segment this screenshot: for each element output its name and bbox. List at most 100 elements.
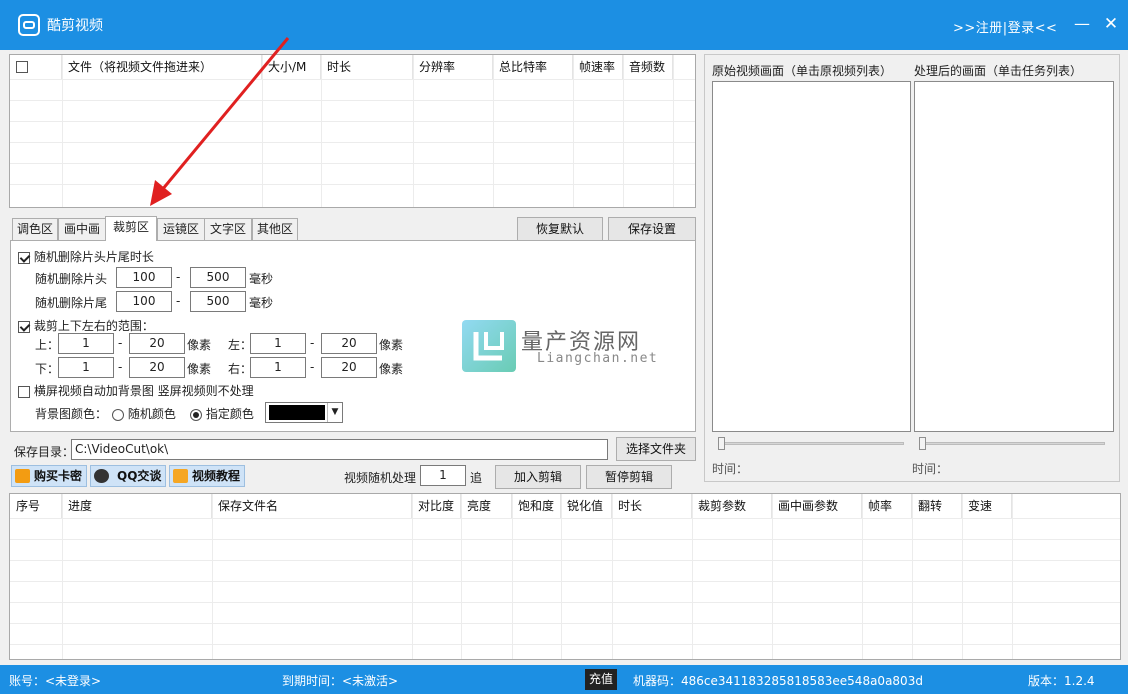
- crop-range-checkbox[interactable]: [18, 320, 30, 333]
- video-tutorial-label: 视频教程: [192, 469, 241, 483]
- col-framerate[interactable]: 帧速率: [573, 55, 623, 79]
- specified-color-option[interactable]: 指定颜色: [190, 405, 254, 422]
- col-audio-count[interactable]: 音频数: [623, 55, 673, 79]
- tab-pip[interactable]: 画中画: [58, 218, 106, 240]
- crop-right-max-input[interactable]: 20: [321, 357, 377, 378]
- dash: -: [176, 270, 181, 284]
- save-dir-input[interactable]: C:\VideoCut\ok\: [71, 439, 608, 460]
- random-color-label: 随机颜色: [127, 407, 176, 421]
- select-all-checkbox-cell[interactable]: [10, 55, 62, 79]
- ms-unit: 毫秒: [249, 272, 274, 286]
- random-trim-checkbox[interactable]: [18, 251, 30, 264]
- col-save-filename[interactable]: 保存文件名: [212, 494, 412, 518]
- px-unit: 像素: [379, 338, 404, 352]
- tab-color[interactable]: 调色区: [12, 218, 58, 240]
- bottom-label: 下：: [35, 362, 60, 376]
- buy-key-button[interactable]: 购买卡密: [11, 465, 87, 487]
- col-crop-params[interactable]: 裁剪参数: [692, 494, 772, 518]
- processed-video-label: 处理后的画面（单击任务列表）: [914, 64, 1083, 78]
- specified-color-label: 指定颜色: [205, 407, 254, 421]
- random-color-option[interactable]: 随机颜色: [112, 405, 176, 422]
- processed-seek-track[interactable]: [919, 442, 1105, 445]
- original-video-preview[interactable]: [712, 81, 911, 432]
- tail-trim-max-input[interactable]: 500: [190, 291, 246, 312]
- tab-other[interactable]: 其他区: [252, 218, 298, 240]
- chevron-down-icon[interactable]: ▼: [327, 403, 342, 422]
- auto-background-option[interactable]: 横屏视频自动加背景图 竖屏视频则不处理: [18, 382, 254, 399]
- register-login-link[interactable]: >>注册|登录<<: [953, 17, 1057, 36]
- tab-camera-move[interactable]: 运镜区: [157, 218, 205, 240]
- task-table-header: 序号 进度 保存文件名 对比度 亮度 饱和度 锐化值 时长 裁剪参数 画中画参数…: [10, 494, 1120, 518]
- auto-background-checkbox[interactable]: [18, 385, 30, 398]
- cart-icon: [15, 469, 30, 483]
- file-table[interactable]: 文件（将视频文件拖进来） 大小/M 时长 分辨率 总比特率 帧速率 音频数: [9, 54, 696, 208]
- col-sharpen[interactable]: 锐化值: [561, 494, 612, 518]
- buy-key-label: 购买卡密: [34, 469, 83, 483]
- processed-seek-thumb[interactable]: [919, 437, 926, 450]
- random-trim-label: 随机删除片头片尾时长: [33, 250, 154, 264]
- head-trim-min-input[interactable]: 100: [116, 267, 172, 288]
- crop-range-option[interactable]: 裁剪上下左右的范围：: [18, 317, 154, 334]
- qq-chat-button[interactable]: QQ交谈: [90, 465, 166, 487]
- col-saturation[interactable]: 饱和度: [512, 494, 561, 518]
- minimize-icon[interactable]: —: [1072, 16, 1092, 34]
- col-bitrate[interactable]: 总比特率: [493, 55, 573, 79]
- auto-background-label: 横屏视频自动加背景图 竖屏视频则不处理: [33, 384, 254, 398]
- add-edit-button[interactable]: 加入剪辑: [495, 465, 581, 489]
- col-pip-params[interactable]: 画中画参数: [772, 494, 862, 518]
- task-table[interactable]: 序号 进度 保存文件名 对比度 亮度 饱和度 锐化值 时长 裁剪参数 画中画参数…: [9, 493, 1121, 660]
- col-brightness[interactable]: 亮度: [461, 494, 512, 518]
- file-table-header: 文件（将视频文件拖进来） 大小/M 时长 分辨率 总比特率 帧速率 音频数: [10, 55, 695, 79]
- dash: -: [176, 294, 181, 308]
- crop-range-label: 裁剪上下左右的范围：: [33, 319, 154, 333]
- crop-left-max-input[interactable]: 20: [321, 333, 377, 354]
- col-duration[interactable]: 时长: [321, 55, 413, 79]
- random-process-input[interactable]: 1: [420, 465, 466, 486]
- dash: -: [310, 336, 315, 350]
- crop-bottom-max-input[interactable]: 20: [129, 357, 185, 378]
- col-speed[interactable]: 变速: [962, 494, 1012, 518]
- crop-right-min-input[interactable]: 1: [250, 357, 306, 378]
- times-unit: 追: [470, 471, 483, 485]
- col-progress[interactable]: 进度: [62, 494, 212, 518]
- pause-edit-button[interactable]: 暂停剪辑: [586, 465, 672, 489]
- crop-bottom-min-input[interactable]: 1: [58, 357, 114, 378]
- col-contrast[interactable]: 对比度: [412, 494, 461, 518]
- original-seek-track[interactable]: [718, 442, 904, 445]
- watermark-subtitle: Liangchan.net: [537, 351, 659, 366]
- random-color-radio[interactable]: [112, 408, 124, 421]
- processed-video-preview[interactable]: [914, 81, 1114, 432]
- px-unit: 像素: [379, 362, 404, 376]
- col-duration[interactable]: 时长: [612, 494, 692, 518]
- select-all-checkbox[interactable]: [16, 60, 28, 73]
- save-settings-button[interactable]: 保存设置: [608, 217, 696, 241]
- crop-top-min-input[interactable]: 1: [58, 333, 114, 354]
- annotation-arrow-icon: [150, 37, 290, 206]
- specified-color-radio[interactable]: [190, 408, 202, 421]
- col-flip[interactable]: 翻转: [912, 494, 962, 518]
- crop-left-min-input[interactable]: 1: [250, 333, 306, 354]
- restore-default-button[interactable]: 恢复默认: [517, 217, 603, 241]
- app-title: 酷剪视频: [47, 18, 103, 34]
- top-label: 上：: [35, 338, 60, 352]
- account-status: 账号：<未登录>: [9, 674, 102, 688]
- choose-folder-button[interactable]: 选择文件夹: [616, 437, 696, 461]
- color-picker-dropdown[interactable]: ▼: [265, 402, 343, 423]
- tab-crop[interactable]: 裁剪区: [105, 216, 157, 241]
- tail-trim-min-input[interactable]: 100: [116, 291, 172, 312]
- tab-text[interactable]: 文字区: [204, 218, 252, 240]
- original-seek-thumb[interactable]: [718, 437, 725, 450]
- video-tutorial-button[interactable]: 视频教程: [169, 465, 245, 487]
- dash: -: [310, 360, 315, 374]
- right-label: 右：: [228, 362, 253, 376]
- col-index[interactable]: 序号: [10, 494, 62, 518]
- recharge-button[interactable]: 充值: [585, 669, 617, 690]
- col-resolution[interactable]: 分辨率: [413, 55, 493, 79]
- random-trim-option[interactable]: 随机删除片头片尾时长: [18, 248, 154, 265]
- close-icon[interactable]: ✕: [1100, 14, 1122, 34]
- head-trim-max-input[interactable]: 500: [190, 267, 246, 288]
- machine-code: 机器码：486ce341183285818583ee548a0a803d: [633, 674, 923, 688]
- processed-time-label: 时间：: [912, 462, 949, 476]
- col-framerate[interactable]: 帧率: [862, 494, 912, 518]
- crop-top-max-input[interactable]: 20: [129, 333, 185, 354]
